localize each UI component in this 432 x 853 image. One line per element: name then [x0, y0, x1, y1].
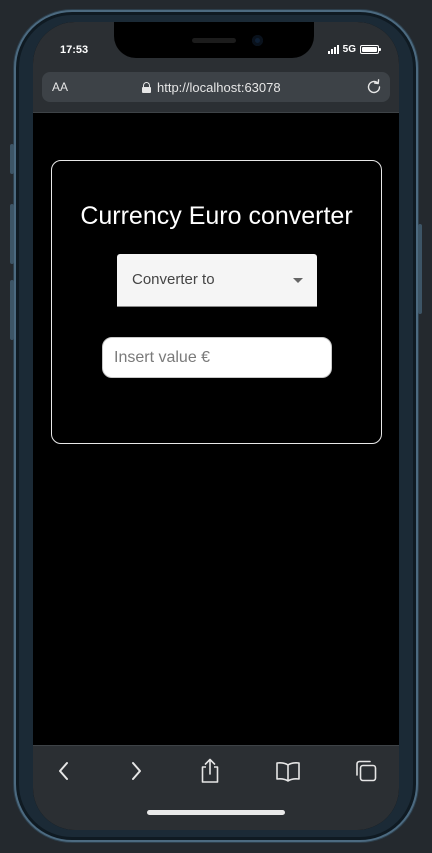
speaker-grille: [192, 38, 236, 43]
network-label: 5G: [342, 44, 356, 55]
bookmarks-icon: [276, 762, 300, 782]
share-button[interactable]: [193, 758, 227, 784]
battery-icon: [360, 45, 381, 54]
status-time: 17:53: [60, 44, 89, 56]
phone-screen: 17:53 5G AA http://localhost:63078 Curre…: [33, 22, 399, 830]
converter-card: Currency Euro converter Converter to: [51, 160, 382, 444]
back-icon: [59, 762, 68, 780]
back-button[interactable]: [47, 758, 81, 784]
browser-top-bar: 17:53 5G AA http://localhost:63078: [33, 22, 399, 113]
converter-select[interactable]: Converter to: [117, 254, 317, 307]
status-icons: 5G: [327, 44, 381, 55]
page-title: Currency Euro converter: [80, 202, 353, 230]
tabs-button[interactable]: [349, 758, 383, 784]
tabs-icon: [356, 760, 377, 782]
camera-icon: [252, 35, 263, 46]
select-label: Converter to: [132, 271, 215, 288]
url-text: http://localhost:63078: [157, 80, 281, 95]
action-button: [10, 144, 14, 174]
euro-value-input[interactable]: [102, 337, 332, 378]
chevron-down-icon: [293, 278, 303, 283]
notch: [114, 22, 314, 58]
bookmarks-button[interactable]: [271, 758, 305, 784]
reload-icon[interactable]: [364, 77, 384, 97]
signal-icon: [327, 45, 339, 54]
volume-up-button: [10, 204, 14, 264]
lock-icon: [142, 82, 151, 93]
forward-icon: [132, 762, 141, 780]
power-button: [418, 224, 422, 314]
url-display[interactable]: http://localhost:63078: [142, 80, 281, 95]
browser-toolbar: [33, 745, 399, 830]
volume-down-button: [10, 280, 14, 340]
text-size-button[interactable]: AA: [52, 80, 68, 94]
home-indicator: [147, 810, 285, 815]
web-content: Currency Euro converter Converter to: [33, 114, 399, 745]
share-icon: [201, 758, 219, 783]
forward-button[interactable]: [119, 758, 153, 784]
address-bar[interactable]: AA http://localhost:63078: [42, 72, 390, 102]
